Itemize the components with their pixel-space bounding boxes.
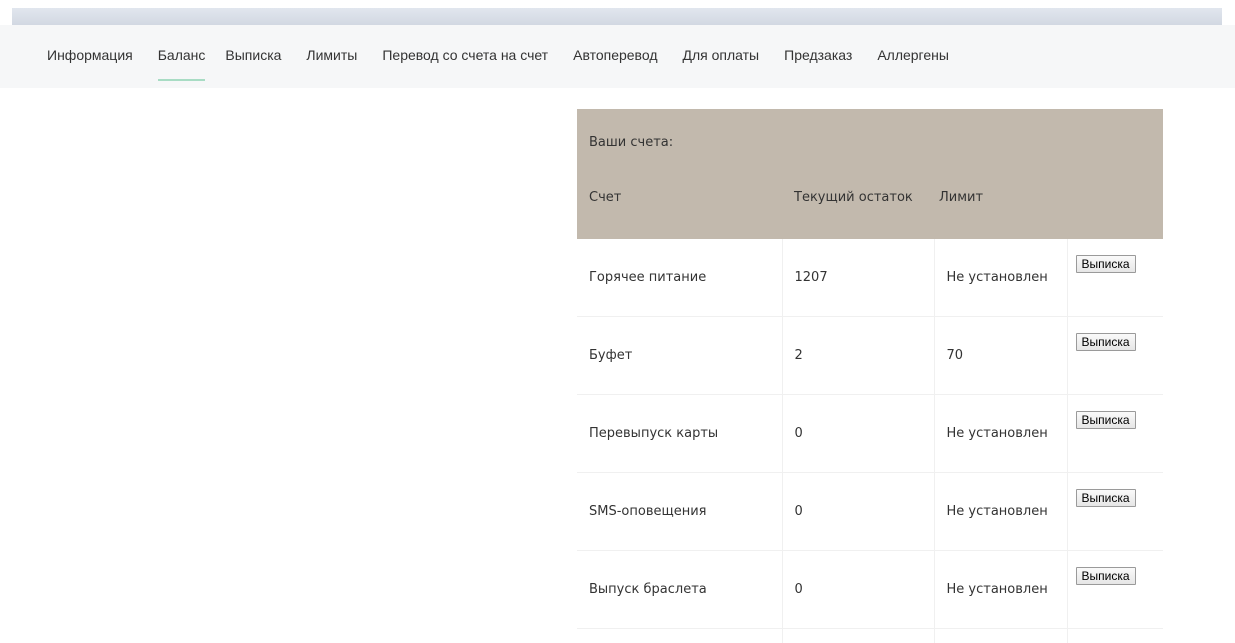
empty-cell [577, 629, 782, 643]
table-row: Буфет 2 70 Выписка [577, 317, 1163, 395]
nav-item-allergens[interactable]: Аллергены [877, 47, 949, 73]
accounts-caption: Ваши счета: [577, 109, 1163, 167]
account-name: Выпуск браслета [577, 551, 782, 629]
nav-item-preorder[interactable]: Предзаказ [784, 47, 852, 73]
table-row: SMS-оповещения 0 Не установлен Выписка [577, 473, 1163, 551]
table-row: Перевыпуск карты 0 Не установлен Выписка [577, 395, 1163, 473]
account-balance: 0 [782, 551, 934, 629]
header-balance: Текущий остаток [782, 167, 934, 239]
account-action-cell: Выписка [1067, 317, 1163, 395]
account-name: Буфет [577, 317, 782, 395]
top-decorative-band [12, 8, 1222, 25]
main-nav: Информация Баланс Выписка Лимиты Перевод… [0, 25, 1235, 88]
statement-button[interactable]: Выписка [1076, 489, 1136, 507]
nav-item-limits[interactable]: Лимиты [306, 47, 357, 73]
nav-item-payment[interactable]: Для оплаты [683, 47, 760, 73]
statement-button[interactable]: Выписка [1076, 567, 1136, 585]
account-action-cell: Выписка [1067, 239, 1163, 317]
empty-cell [1067, 629, 1163, 643]
table-row: Горячее питание 1207 Не установлен Выпис… [577, 239, 1163, 317]
accounts-caption-row: Ваши счета: [577, 109, 1163, 167]
table-row-partial [577, 629, 1163, 643]
nav-item-autotransfer[interactable]: Автоперевод [573, 47, 657, 73]
account-action-cell: Выписка [1067, 551, 1163, 629]
empty-cell [782, 629, 934, 643]
account-action-cell: Выписка [1067, 473, 1163, 551]
empty-cell [934, 629, 1067, 643]
account-limit: Не установлен [934, 239, 1067, 317]
accounts-table: Ваши счета: Счет Текущий остаток Лимит Г… [577, 109, 1163, 643]
statement-button[interactable]: Выписка [1076, 411, 1136, 429]
accounts-header-row: Счет Текущий остаток Лимит [577, 167, 1163, 239]
nav-item-transfer[interactable]: Перевод со счета на счет [382, 47, 548, 73]
account-balance: 2 [782, 317, 934, 395]
statement-button[interactable]: Выписка [1076, 255, 1136, 273]
account-name: Горячее питание [577, 239, 782, 317]
header-empty [1067, 167, 1163, 239]
account-balance: 1207 [782, 239, 934, 317]
header-account: Счет [577, 167, 782, 239]
account-limit: Не установлен [934, 551, 1067, 629]
browser-top-strip [0, 0, 1235, 25]
nav-item-info[interactable]: Информация [47, 47, 133, 73]
table-row: Выпуск браслета 0 Не установлен Выписка [577, 551, 1163, 629]
header-limit: Лимит [934, 167, 1067, 239]
nav-item-balance[interactable]: Баланс [158, 47, 206, 73]
account-limit: Не установлен [934, 395, 1067, 473]
account-name: SMS-оповещения [577, 473, 782, 551]
account-balance: 0 [782, 395, 934, 473]
account-action-cell: Выписка [1067, 395, 1163, 473]
nav-items: Информация Баланс Выписка Лимиты Перевод… [47, 47, 949, 73]
account-limit: Не установлен [934, 473, 1067, 551]
nav-item-statement[interactable]: Выписка [225, 47, 281, 73]
account-name: Перевыпуск карты [577, 395, 782, 473]
statement-button[interactable]: Выписка [1076, 333, 1136, 351]
account-balance: 0 [782, 473, 934, 551]
account-limit: 70 [934, 317, 1067, 395]
